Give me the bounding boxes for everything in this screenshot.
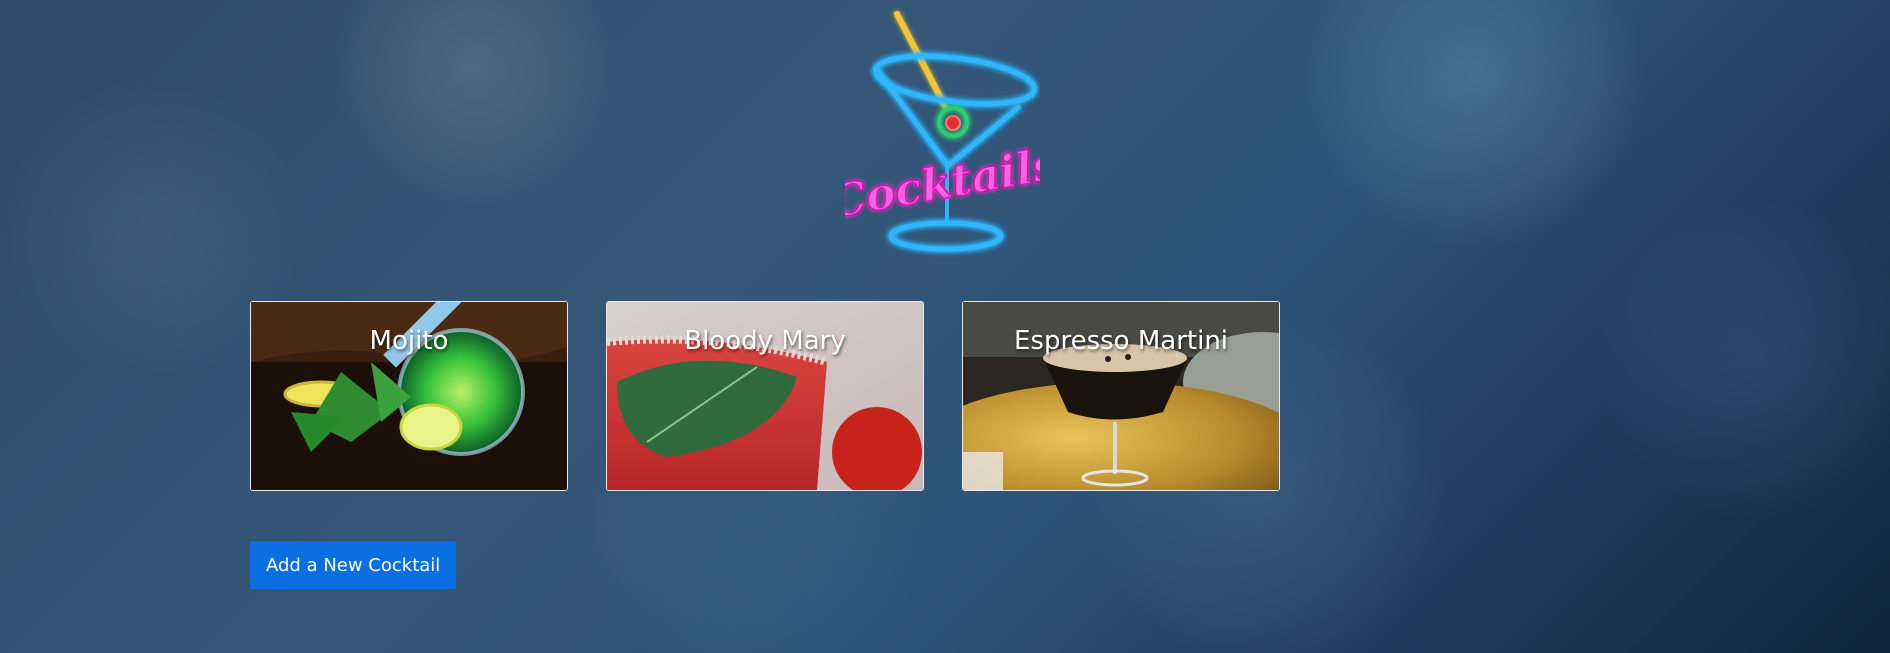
cocktail-card-list: Mojito Bloody Mary Espresso Martini xyxy=(250,301,1280,491)
card-title: Bloody Mary xyxy=(684,326,846,356)
card-title: Mojito xyxy=(369,326,449,356)
add-new-cocktail-button[interactable]: Add a New Cocktail xyxy=(250,541,457,589)
neon-martini-glass-icon: Cocktails xyxy=(826,11,1062,252)
cocktails-logo: Cocktails xyxy=(826,8,1062,258)
cocktail-card-espresso-martini[interactable]: Espresso Martini xyxy=(962,301,1280,491)
cocktail-card-mojito[interactable]: Mojito xyxy=(250,301,568,491)
cocktail-card-bloody-mary[interactable]: Bloody Mary xyxy=(606,301,924,491)
logo-text: Cocktails xyxy=(845,139,1040,229)
card-title: Espresso Martini xyxy=(1013,326,1229,356)
